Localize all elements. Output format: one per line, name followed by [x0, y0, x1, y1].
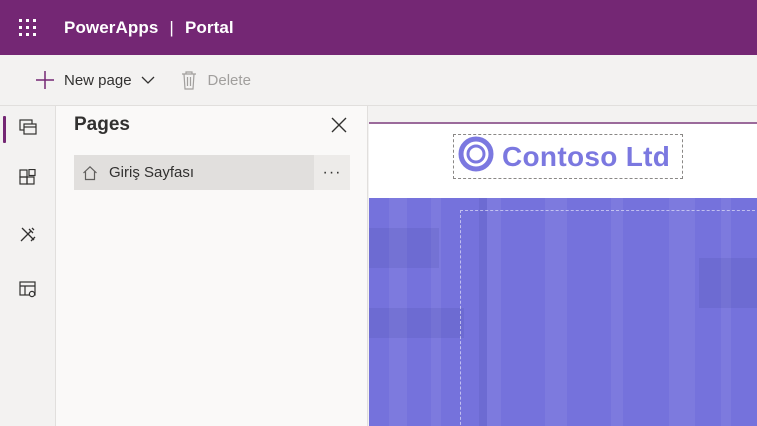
panel-title: Pages: [74, 114, 130, 135]
delete-button[interactable]: Delete: [155, 63, 251, 97]
left-rail: [0, 106, 56, 426]
section-name: Portal: [184, 17, 234, 37]
site-logo[interactable]: Contoso Ltd: [453, 134, 683, 179]
logo-text: Contoso Ltd: [502, 140, 671, 172]
rail-item-pages[interactable]: [0, 106, 56, 152]
more-options-icon[interactable]: ···: [314, 155, 350, 190]
site-header: Contoso Ltd: [369, 124, 757, 198]
command-bar: New page Delete: [0, 55, 757, 106]
site-canvas: Contoso Ltd: [369, 106, 757, 426]
components-icon: [19, 168, 37, 192]
app-header: PowerApps | Portal: [0, 0, 757, 55]
settings-icon: [19, 280, 37, 304]
title-separator: |: [169, 17, 174, 37]
new-page-button[interactable]: New page: [0, 63, 155, 97]
rail-item-settings[interactable]: [0, 264, 56, 320]
close-icon[interactable]: [328, 114, 350, 136]
rail-item-components[interactable]: [0, 152, 56, 208]
new-page-label: New page: [64, 71, 132, 89]
home-icon: [82, 165, 98, 181]
logo-ring-icon: [458, 136, 494, 177]
page-list-item[interactable]: Giriş Sayfası ···: [74, 155, 350, 190]
app-launcher-icon[interactable]: [0, 0, 55, 55]
app-name: PowerApps: [64, 17, 159, 37]
pages-icon: [19, 118, 37, 140]
themes-icon: [19, 225, 37, 248]
delete-label: Delete: [207, 71, 251, 89]
hero-section[interactable]: [460, 210, 757, 426]
add-icon: [35, 70, 55, 90]
delete-icon: [179, 70, 199, 90]
page-label: Giriş Sayfası: [109, 164, 195, 181]
rail-item-themes[interactable]: [0, 208, 56, 264]
hero-image: [369, 198, 757, 426]
pages-panel: Pages Giriş Sayfası ···: [56, 106, 368, 426]
chevron-down-icon[interactable]: [141, 75, 155, 85]
app-title: PowerApps | Portal: [64, 18, 234, 38]
